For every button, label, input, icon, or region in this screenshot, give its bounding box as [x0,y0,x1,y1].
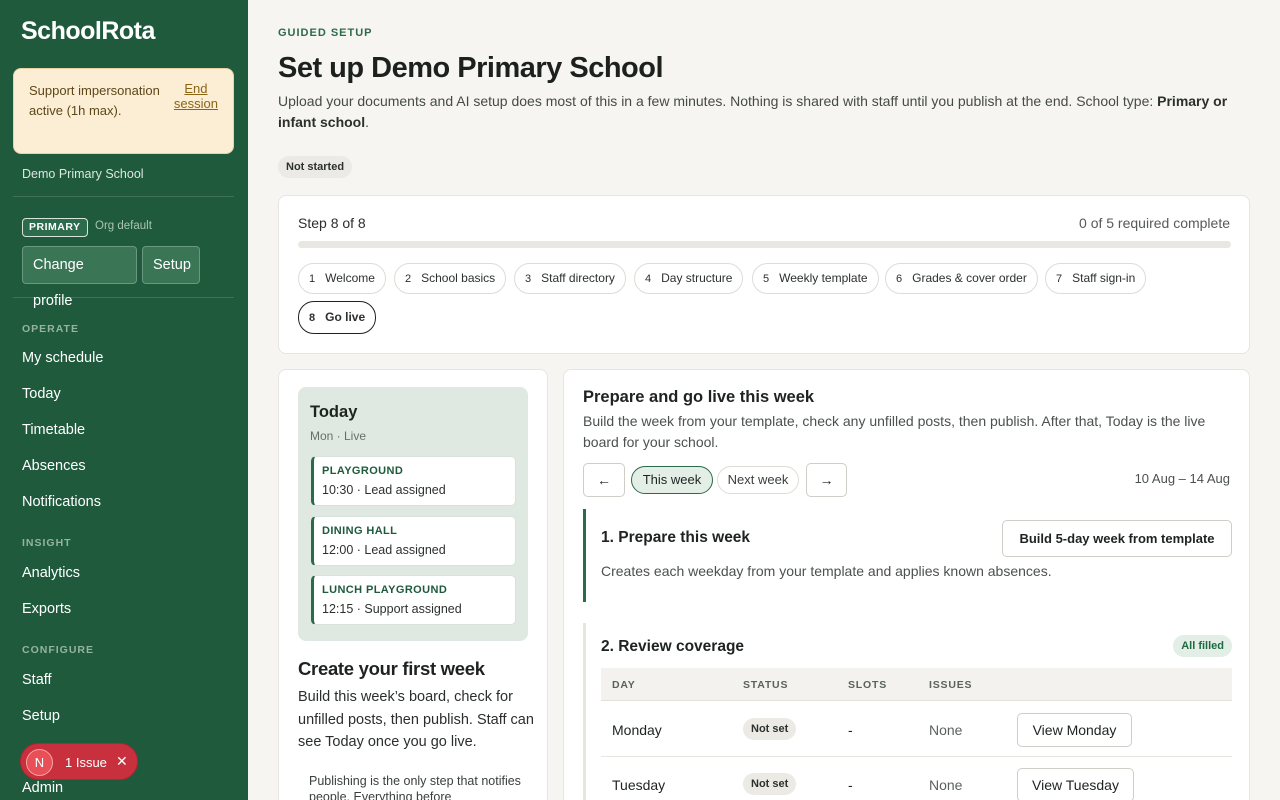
step-chip-weekly-template[interactable]: 5 Weekly template [752,263,879,294]
step-chip-grades-cover-order[interactable]: 6 Grades & cover order [885,263,1038,294]
go-live-title: Prepare and go live this week [583,388,815,406]
view-monday-button[interactable]: View Monday [1017,713,1132,747]
profile-badge: PRIMARY [22,218,88,237]
step-chip-staff-directory[interactable]: 3 Staff directory [514,263,626,294]
profile-note: Org default [95,220,152,232]
page-title: Set up Demo Primary School [278,52,664,84]
preview-slot: LUNCH PLAYGROUND 12:15 · Support assigned [311,575,516,625]
school-name: Demo Primary School [22,167,144,181]
divider [13,196,234,197]
row-day: Tuesday [612,777,666,793]
table-header: DAY STATUS SLOTS ISSUES [601,668,1232,701]
col-status: STATUS [743,679,789,691]
next-week-button[interactable]: → [806,463,847,497]
preview-card: Today Mon · Live PLAYGROUND 10:30 · Lead … [278,369,548,800]
issue-count: 1 Issue [65,755,107,770]
section-configure: CONFIGURE [22,644,94,656]
table-row: Tuesday Not set - None View Tuesday [601,758,1232,800]
table-row: Monday Not set - None View Monday [601,702,1232,757]
change-profile-button[interactable]: Change profile [22,246,137,309]
col-slots: SLOTS [848,679,888,691]
preview-slot: DINING HALL 12:00 · Lead assigned [311,516,516,566]
divider [13,297,234,298]
preview-note: Publishing is the only step that notifie… [309,774,521,800]
avatar: N [26,749,53,776]
nav-timetable[interactable]: Timetable [22,422,85,438]
impersonation-banner: Support impersonation active (1h max). E… [13,68,234,154]
issues-indicator[interactable]: N 1 Issue ✕ [20,743,138,780]
col-day: DAY [612,679,636,691]
intro-text: Upload your documents and AI setup does … [278,93,1228,130]
row-slots: - [848,777,853,793]
steps-card: Step 8 of 8 0 of 5 required complete 1 We… [278,195,1250,354]
nav-exports[interactable]: Exports [22,601,71,617]
nav-absences[interactable]: Absences [22,458,86,474]
progress-bar [298,241,1231,248]
row-issues: None [929,777,963,793]
step-chip-day-structure[interactable]: 4 Day structure [634,263,744,294]
row-issues: None [929,722,963,738]
nav-my-schedule[interactable]: My schedule [22,350,103,366]
required-count: 0 of 5 required complete [1079,215,1230,231]
main-content: GUIDED SETUP Set up Demo Primary School … [248,0,1280,800]
row-status: Not set [743,718,797,740]
row-day: Monday [612,722,662,738]
nav-admin[interactable]: Admin [22,780,63,796]
today-preview: Today Mon · Live PLAYGROUND 10:30 · Lead … [298,387,528,641]
eyebrow: GUIDED SETUP [278,27,373,39]
go-live-card: Prepare and go live this week Build the … [563,369,1250,800]
preview-slot: PLAYGROUND 10:30 · Lead assigned [311,456,516,506]
next-week-tab[interactable]: Next week [717,466,799,494]
view-tuesday-button[interactable]: View Tuesday [1017,768,1134,800]
preview-subtitle: Mon · Live [310,429,367,443]
setup-button[interactable]: Setup [142,246,200,284]
nav-notifications[interactable]: Notifications [22,494,101,510]
prepare-description: Creates each weekday from your template … [601,563,1052,579]
row-status: Not set [743,773,797,795]
prepare-section: 1. Prepare this week Build 5-day week fr… [583,509,1232,602]
build-week-button[interactable]: Build 5-day week from template [1002,520,1232,557]
preview-heading: Create your first week [298,658,485,679]
arrow-right-icon: → [819,472,834,488]
sidebar: SchoolRota Support impersonation active … [0,0,248,800]
go-live-description: Build the week from your template, check… [583,413,1206,450]
nav-staff[interactable]: Staff [22,672,52,688]
prev-week-button[interactable]: ← [583,463,625,497]
impersonation-text: Support impersonation active (1h max). [29,83,160,118]
step-counter: Step 8 of 8 [298,215,366,231]
nav-setup[interactable]: Setup [22,708,60,724]
app-logo[interactable]: SchoolRota [21,17,155,46]
end-session-link[interactable]: End session [174,81,218,111]
coverage-badge: All filled [1173,635,1232,657]
intro-copy: Upload your documents and AI setup does … [278,93,1154,109]
section-insight: INSIGHT [22,537,72,549]
preview-body: Build this week’s board, check for unfil… [298,689,534,750]
review-title: 2. Review coverage [601,638,745,655]
section-operate: OPERATE [22,323,79,335]
nav-today[interactable]: Today [22,386,61,402]
step-chip-staff-sign-in[interactable]: 7 Staff sign-in [1045,263,1147,294]
week-range: 10 Aug – 14 Aug [1134,471,1230,486]
close-icon[interactable]: ✕ [116,753,128,770]
status-badge: Not started [278,156,353,178]
nav-analytics[interactable]: Analytics [22,565,80,581]
this-week-tab[interactable]: This week [631,466,713,494]
review-section: 2. Review coverage All filled DAY STATUS… [583,623,1232,800]
prepare-title: 1. Prepare this week [601,529,751,546]
col-issues: ISSUES [929,679,973,691]
step-chip-welcome[interactable]: 1 Welcome [298,263,386,294]
step-chip-go-live[interactable]: 8 Go live [298,301,377,334]
preview-title: Today [310,403,358,421]
step-chip-school-basics[interactable]: 2 School basics [394,263,507,294]
arrow-left-icon: ← [597,472,611,488]
row-slots: - [848,722,853,738]
